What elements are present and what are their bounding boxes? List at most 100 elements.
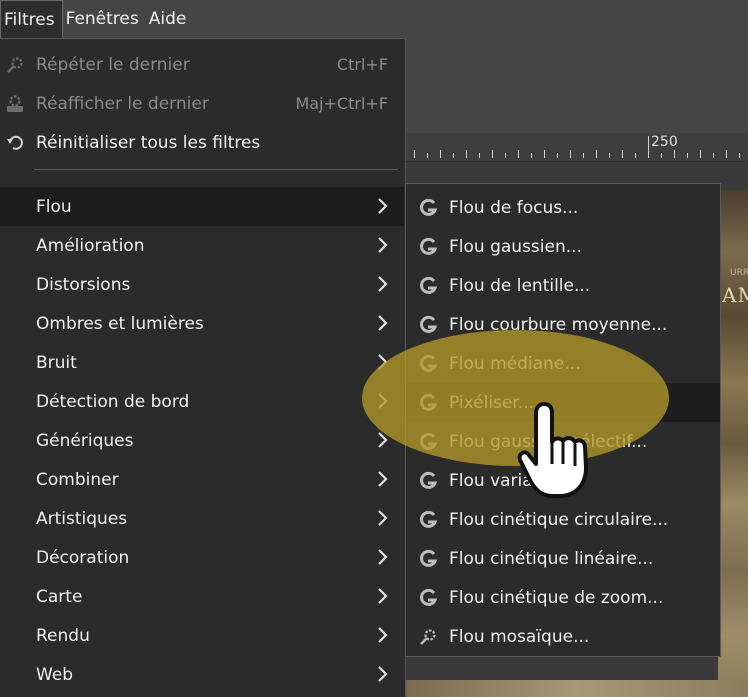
menu-fenetres[interactable]: Fenêtres	[63, 0, 146, 38]
submenu-item[interactable]: Flou courbure moyenne...	[406, 305, 720, 344]
submenu-item[interactable]: Flou mosaïque...	[406, 617, 720, 656]
menu-item-category[interactable]: Bruit	[0, 343, 404, 382]
submenu-item[interactable]: Flou gaussien...	[406, 227, 720, 266]
gegl-g-icon	[417, 314, 439, 336]
menu-item-category[interactable]: Détection de bord	[0, 382, 404, 421]
chevron-right-icon	[372, 469, 392, 489]
submenu-item-label: Flou variable...	[449, 470, 575, 491]
menu-separator	[34, 169, 398, 170]
menu-item-category[interactable]: Combiner	[0, 460, 404, 499]
gegl-g-icon	[417, 509, 439, 531]
submenu-item[interactable]: Pixéliser...	[406, 383, 720, 422]
ruler-tick	[609, 153, 610, 158]
menu-aide[interactable]: Aide	[146, 0, 194, 38]
gegl-g-icon	[417, 353, 439, 375]
image-canvas-bottom[interactable]	[405, 680, 748, 697]
submenu-item[interactable]: Flou gaussien sélectif...	[406, 422, 720, 461]
menu-item-label: Artistiques	[36, 508, 128, 529]
chevron-right-icon	[372, 664, 392, 684]
menu-item-category[interactable]: Génériques	[0, 421, 404, 460]
ruler-tick	[466, 150, 467, 158]
image-canvas[interactable]	[718, 190, 748, 697]
chevron-right-icon	[372, 196, 392, 216]
menu-item-label: Détection de bord	[36, 391, 190, 412]
chevron-right-icon	[372, 547, 392, 567]
gegl-g-icon	[417, 392, 439, 414]
menu-item-category[interactable]: Ombres et lumières	[0, 304, 404, 343]
submenu-item[interactable]: Flou de lentille...	[406, 266, 720, 305]
menu-filtres[interactable]: Filtres	[0, 0, 63, 38]
shortcut-label: Ctrl+F	[336, 55, 388, 74]
submenu-item-label: Flou médiane...	[449, 353, 581, 374]
submenu-item[interactable]: Flou médiane...	[406, 344, 720, 383]
gegl-g-icon	[417, 197, 439, 219]
ruler-tick	[453, 153, 454, 158]
ruler-tick	[479, 153, 480, 158]
submenu-item-label: Pixéliser...	[449, 392, 534, 413]
gegl-g-icon	[417, 275, 439, 297]
ruler-tick	[674, 150, 675, 158]
menu-item-label: Distorsions	[36, 274, 131, 295]
ruler-tick	[713, 153, 714, 158]
chevron-right-icon	[372, 391, 392, 411]
menu-item-reshow-last[interactable]: Réafficher le dernier Maj+Ctrl+F	[0, 84, 404, 123]
ruler-tick	[700, 150, 701, 158]
ruler-tick	[739, 153, 740, 158]
ruler-tick	[635, 153, 636, 158]
menu-item-label: Combiner	[36, 469, 119, 490]
menu-item-category[interactable]: Artistiques	[0, 499, 404, 538]
menu-item-reset-filters[interactable]: Réinitialiser tous les filtres	[0, 123, 404, 162]
submenu-item[interactable]: Flou cinétique de zoom...	[406, 578, 720, 617]
image-large-text: AM	[722, 283, 748, 307]
menu-item-label: Flou	[36, 196, 72, 217]
menubar: Filtres Fenêtres Aide	[0, 0, 748, 38]
image-small-text: URRY	[730, 268, 748, 278]
ruler-tick	[492, 150, 493, 158]
chevron-right-icon	[372, 430, 392, 450]
gear-filter-icon	[5, 55, 25, 75]
menu-item-category[interactable]: Flou	[0, 187, 404, 226]
ruler-tick	[440, 150, 441, 158]
menu-item-category[interactable]: Web	[0, 655, 404, 694]
gegl-g-icon	[417, 587, 439, 609]
menu-item-category[interactable]: Amélioration	[0, 226, 404, 265]
gear-dialog-icon	[5, 94, 25, 114]
chevron-right-icon	[372, 625, 392, 645]
submenu-item[interactable]: Flou cinétique circulaire...	[406, 500, 720, 539]
chevron-right-icon	[372, 352, 392, 372]
menu-item-category[interactable]: Rendu	[0, 616, 404, 655]
menu-item-label: Génériques	[36, 430, 134, 451]
gegl-g-icon	[417, 548, 439, 570]
submenu-item[interactable]: Flou variable...	[406, 461, 720, 500]
submenu-item-label: Flou mosaïque...	[449, 626, 590, 647]
submenu-item-label: Flou cinétique linéaire...	[449, 548, 654, 569]
gear-filter-icon	[417, 626, 439, 648]
chevron-right-icon	[372, 274, 392, 294]
menu-item-label: Réafficher le dernier	[36, 93, 209, 114]
ruler-tick	[427, 153, 428, 158]
submenu-item[interactable]: Flou de focus...	[406, 188, 720, 227]
menu-item-label: Répéter le dernier	[36, 54, 190, 75]
submenu-item-label: Flou gaussien sélectif...	[449, 431, 648, 452]
ruler-tick	[505, 153, 506, 158]
menu-item-category[interactable]: Carte	[0, 577, 404, 616]
menu-item-category[interactable]: Distorsions	[0, 265, 404, 304]
chevron-right-icon	[372, 508, 392, 528]
horizontal-ruler[interactable]: 250	[405, 133, 748, 162]
menu-item-category[interactable]: Décoration	[0, 538, 404, 577]
submenu-item-label: Flou courbure moyenne...	[449, 314, 668, 335]
ruler-tick	[557, 153, 558, 158]
menu-item-repeat-last[interactable]: Répéter le dernier Ctrl+F	[0, 45, 404, 84]
ruler-tick	[596, 150, 597, 158]
submenu-item[interactable]: Flou cinétique linéaire...	[406, 539, 720, 578]
submenu-item-label: Flou cinétique de zoom...	[449, 587, 664, 608]
gegl-g-icon	[417, 431, 439, 453]
ruler-tick	[648, 136, 649, 158]
ruler-tick	[583, 153, 584, 158]
shortcut-label: Maj+Ctrl+F	[295, 94, 388, 113]
ruler-tick	[726, 150, 727, 158]
ruler-tick	[414, 150, 415, 158]
ruler-tick	[661, 153, 662, 158]
menu-item-label: Carte	[36, 586, 83, 607]
menu-item-label: Rendu	[36, 625, 90, 646]
